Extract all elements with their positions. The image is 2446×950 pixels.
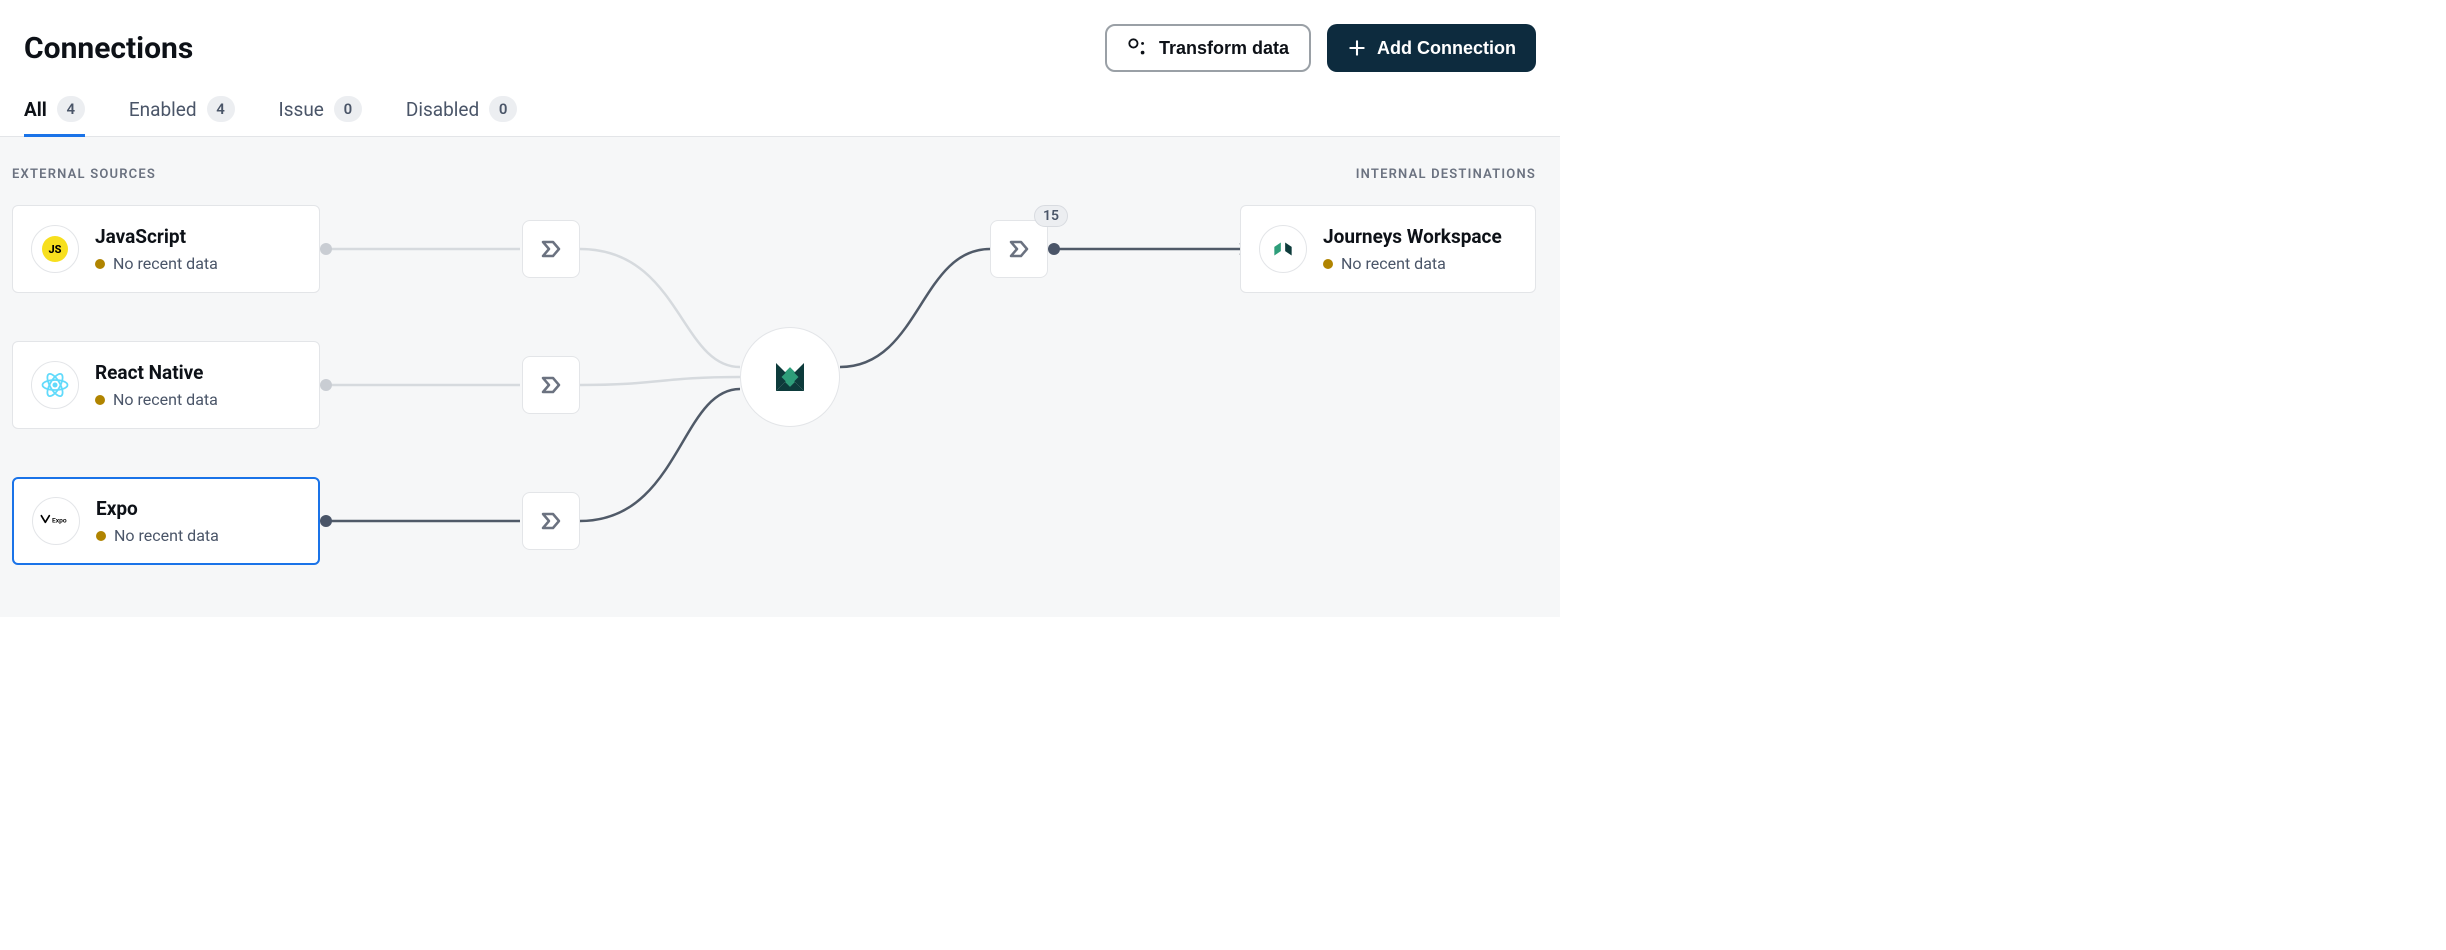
rules-node[interactable] [522, 356, 580, 414]
connections-canvas: EXTERNAL SOURCES INTERNAL DESTINATIONS J… [0, 137, 1560, 617]
javascript-icon: JS [31, 225, 79, 273]
tab-count-badge: 4 [207, 96, 235, 122]
source-card-javascript[interactable]: JS JavaScript No recent data [12, 205, 320, 293]
connection-port [1048, 243, 1060, 255]
hub-node[interactable] [740, 327, 840, 427]
journeys-icon [1259, 225, 1307, 273]
connection-port [320, 243, 332, 255]
page-title: Connections [24, 31, 193, 66]
destination-status: No recent data [1323, 254, 1502, 273]
destination-card-journeys[interactable]: Journeys Workspace No recent data [1240, 205, 1536, 293]
connection-port [320, 515, 332, 527]
expo-icon: Expo [32, 497, 80, 545]
page-header: Connections Transform data Add Connectio… [0, 0, 1560, 72]
destination-status-text: No recent data [1341, 254, 1446, 273]
source-title: JavaScript [95, 225, 218, 248]
tab-label: All [24, 98, 47, 121]
source-status: No recent data [95, 390, 218, 409]
destination-title: Journeys Workspace [1323, 225, 1502, 248]
source-status: No recent data [96, 526, 219, 545]
rules-node[interactable] [990, 220, 1048, 278]
source-card-react-native[interactable]: React Native No recent data [12, 341, 320, 429]
tab-label: Disabled [406, 98, 479, 121]
tab-label: Enabled [129, 98, 197, 121]
filter-tabs: All 4 Enabled 4 Issue 0 Disabled 0 [0, 72, 1560, 137]
status-dot-icon [95, 395, 105, 405]
tab-label: Issue [279, 98, 324, 121]
svg-text:Expo: Expo [52, 516, 67, 524]
status-dot-icon [96, 531, 106, 541]
tab-issue[interactable]: Issue 0 [279, 96, 362, 136]
add-connection-label: Add Connection [1377, 38, 1516, 59]
transform-data-label: Transform data [1159, 38, 1289, 59]
plus-icon [1347, 38, 1367, 58]
tab-all[interactable]: All 4 [24, 96, 85, 136]
react-icon [31, 361, 79, 409]
tab-count-badge: 0 [489, 96, 517, 122]
external-sources-label: EXTERNAL SOURCES [12, 167, 156, 182]
add-connection-button[interactable]: Add Connection [1327, 24, 1536, 72]
tab-count-badge: 0 [334, 96, 362, 122]
source-status-text: No recent data [114, 526, 219, 545]
transform-icon [1127, 37, 1149, 59]
transform-data-button[interactable]: Transform data [1105, 24, 1311, 72]
rules-node[interactable] [522, 492, 580, 550]
status-dot-icon [95, 259, 105, 269]
internal-destinations-label: INTERNAL DESTINATIONS [1356, 167, 1536, 182]
connection-port [320, 379, 332, 391]
source-title: Expo [96, 497, 219, 520]
source-status: No recent data [95, 254, 218, 273]
source-title: React Native [95, 361, 218, 384]
source-card-expo[interactable]: Expo Expo No recent data [12, 477, 320, 565]
tab-disabled[interactable]: Disabled 0 [406, 96, 517, 136]
source-status-text: No recent data [113, 254, 218, 273]
tab-enabled[interactable]: Enabled 4 [129, 96, 235, 136]
rules-count-badge: 15 [1034, 205, 1068, 227]
status-dot-icon [1323, 259, 1333, 269]
header-actions: Transform data Add Connection [1105, 24, 1536, 72]
source-status-text: No recent data [113, 390, 218, 409]
rules-node[interactable] [522, 220, 580, 278]
tab-count-badge: 4 [57, 96, 85, 122]
